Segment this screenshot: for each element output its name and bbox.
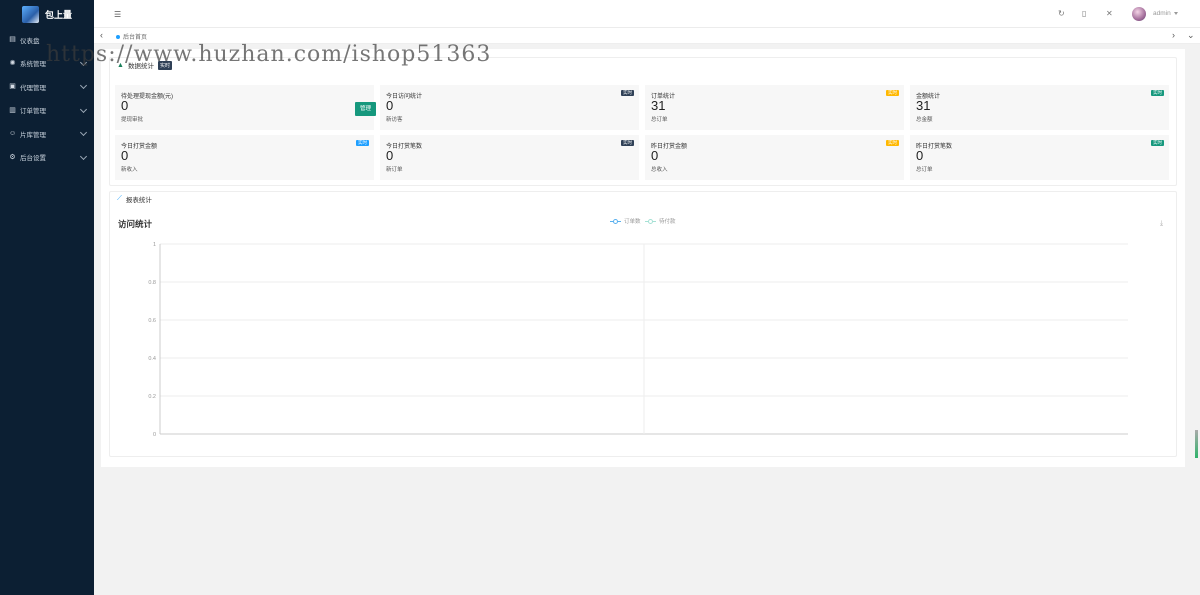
stat-tag: 实时 <box>886 140 899 146</box>
stat-title: 待处理提现金额(元) <box>121 94 173 100</box>
stat-value: 0 <box>121 148 129 163</box>
tab-home[interactable]: 后台首页 <box>116 32 147 41</box>
refresh-icon[interactable]: ↻ <box>1058 9 1065 18</box>
order-icon: ▥ <box>9 106 16 114</box>
sidebar-item-label: 仪表盘 <box>20 37 40 45</box>
y-tick-label: 0 <box>153 432 156 438</box>
stat-value: 0 <box>916 148 924 163</box>
stat-tag: 实时 <box>886 90 899 96</box>
gear-icon: ✺ <box>9 59 16 67</box>
clear-icon[interactable]: ▯ <box>1082 9 1086 18</box>
y-tick-label: 0.2 <box>148 394 156 400</box>
brand-logo <box>22 5 39 23</box>
stat-tag: 实时 <box>1151 140 1164 146</box>
stat-card-amount: 金额统计 实时 31 总金额 <box>910 85 1169 130</box>
chevron-down-icon <box>79 105 88 113</box>
hamburger-icon[interactable]: ☰ <box>114 10 121 19</box>
brand[interactable]: 包上量 <box>0 0 94 28</box>
y-tick-label: 1 <box>153 242 156 248</box>
caret-down-icon[interactable] <box>1174 12 1178 15</box>
stat-tag: 实时 <box>1151 90 1164 96</box>
stat-card-tips-yesterday-amount: 昨日打赏金额 实时 0 总收入 <box>645 135 904 180</box>
sidebar-item-label: 系统管理 <box>20 61 46 69</box>
stat-sub: 提现审批 <box>121 117 144 123</box>
sidebar-item-label: 片库管理 <box>20 131 46 139</box>
watermark: https://www.huzhan.com/ishop51363 <box>46 42 492 67</box>
stat-sub: 总订单 <box>651 117 668 123</box>
sidebar-item-label: 代理管理 <box>20 84 46 92</box>
stat-sub: 总金额 <box>916 117 933 123</box>
stat-value: 0 <box>386 148 394 163</box>
scrollbar[interactable] <box>1195 430 1198 458</box>
legend-label: 订单数 <box>624 219 641 225</box>
dashboard-icon: ▤ <box>9 36 16 44</box>
stat-card-tips-today-count: 今日打赏笔数 实时 0 新订单 <box>380 135 639 180</box>
legend-item-orders[interactable]: 订单数 <box>610 217 641 225</box>
tab-prev-icon[interactable]: ‹ <box>100 31 103 40</box>
fullscreen-icon[interactable]: ✕ <box>1106 9 1113 18</box>
y-tick-label: 0.4 <box>148 356 156 362</box>
chevron-down-icon <box>79 152 88 160</box>
stat-value: 31 <box>916 98 931 113</box>
avatar[interactable] <box>1132 7 1146 21</box>
report-panel-header: ⟋ 报表统计 <box>110 192 1176 206</box>
sidebar: 包上量 ▤ 仪表盘 ✺ 系统管理 ▣ 代理管理 ▥ 订单管理 ☺ 片库管理 ⚙ … <box>0 0 94 595</box>
legend-marker <box>610 218 621 224</box>
stat-card-visits-today: 今日访问统计 实时 0 新访客 <box>380 85 639 130</box>
main-content: ▲ 数据统计 实时 待处理提现金额(元) 0 提现审批 管理 今日访问统计 实时… <box>101 49 1185 467</box>
settings-icon: ⚙ <box>9 153 16 161</box>
stat-tag: 实时 <box>356 140 369 146</box>
stats-panel: ▲ 数据统计 实时 待处理提现金额(元) 0 提现审批 管理 今日访问统计 实时… <box>109 57 1177 186</box>
stat-sub: 新访客 <box>386 117 403 123</box>
user-name[interactable]: admin <box>1153 10 1171 17</box>
stat-sub: 总收入 <box>651 167 668 173</box>
stat-value: 31 <box>651 98 666 113</box>
manage-button[interactable]: 管理 <box>355 102 376 116</box>
brand-name: 包上量 <box>45 9 73 20</box>
tab-menu-icon[interactable]: ⌄ <box>1187 31 1195 40</box>
legend-item-pending[interactable]: 待付款 <box>645 217 676 225</box>
sidebar-item-label: 订单管理 <box>20 108 46 116</box>
stat-tag: 实时 <box>621 140 634 146</box>
stat-value: 0 <box>121 98 129 113</box>
y-tick-label: 0.6 <box>148 318 156 324</box>
legend-label: 待付款 <box>659 219 676 225</box>
library-icon: ☺ <box>9 130 17 138</box>
sidebar-item-agent[interactable]: ▣ 代理管理 <box>0 75 94 99</box>
agent-icon: ▣ <box>9 83 16 91</box>
chart-title: 访问统计 <box>118 219 153 229</box>
sidebar-item-label: 后台设置 <box>20 155 46 163</box>
report-panel: ⟋ 报表统计 访问统计 订单数 待付款 ⤓ 1 0.8 0.6 0.4 0.2 0 <box>109 191 1177 457</box>
stat-sub: 新订单 <box>386 167 403 173</box>
legend-marker <box>645 218 656 224</box>
sidebar-item-orders[interactable]: ▥ 订单管理 <box>0 99 94 123</box>
stat-tag: 实时 <box>621 90 634 96</box>
stat-value: 0 <box>651 148 659 163</box>
line-chart-icon: ⟋ <box>117 195 122 202</box>
sidebar-item-library[interactable]: ☺ 片库管理 <box>0 122 94 146</box>
stat-card-tips-yesterday-count: 昨日打赏笔数 实时 0 总订单 <box>910 135 1169 180</box>
stat-value: 0 <box>386 98 394 113</box>
download-icon[interactable]: ⤓ <box>1160 220 1163 228</box>
stat-sub: 新收入 <box>121 167 138 173</box>
top-header: ☰ ↻ ▯ ✕ admin <box>94 0 1200 28</box>
report-panel-title: 报表统计 <box>125 197 152 204</box>
active-dot <box>116 34 120 39</box>
stat-card-withdraw: 待处理提现金额(元) 0 提现审批 管理 <box>115 85 376 130</box>
chevron-down-icon <box>79 128 88 137</box>
chevron-down-icon <box>79 81 88 90</box>
visit-chart: 1 0.8 0.6 0.4 0.2 0 <box>148 242 1128 438</box>
tab-next-icon[interactable]: › <box>1172 31 1175 40</box>
stat-sub: 总订单 <box>916 167 933 173</box>
sidebar-item-settings[interactable]: ⚙ 后台设置 <box>0 146 94 170</box>
tab-home-label: 后台首页 <box>123 35 148 41</box>
stat-card-tips-today-amount: 今日打赏金额 实时 0 新收入 <box>115 135 374 180</box>
y-tick-label: 0.8 <box>148 280 156 286</box>
stat-card-orders: 订单统计 实时 31 总订单 <box>645 85 904 130</box>
